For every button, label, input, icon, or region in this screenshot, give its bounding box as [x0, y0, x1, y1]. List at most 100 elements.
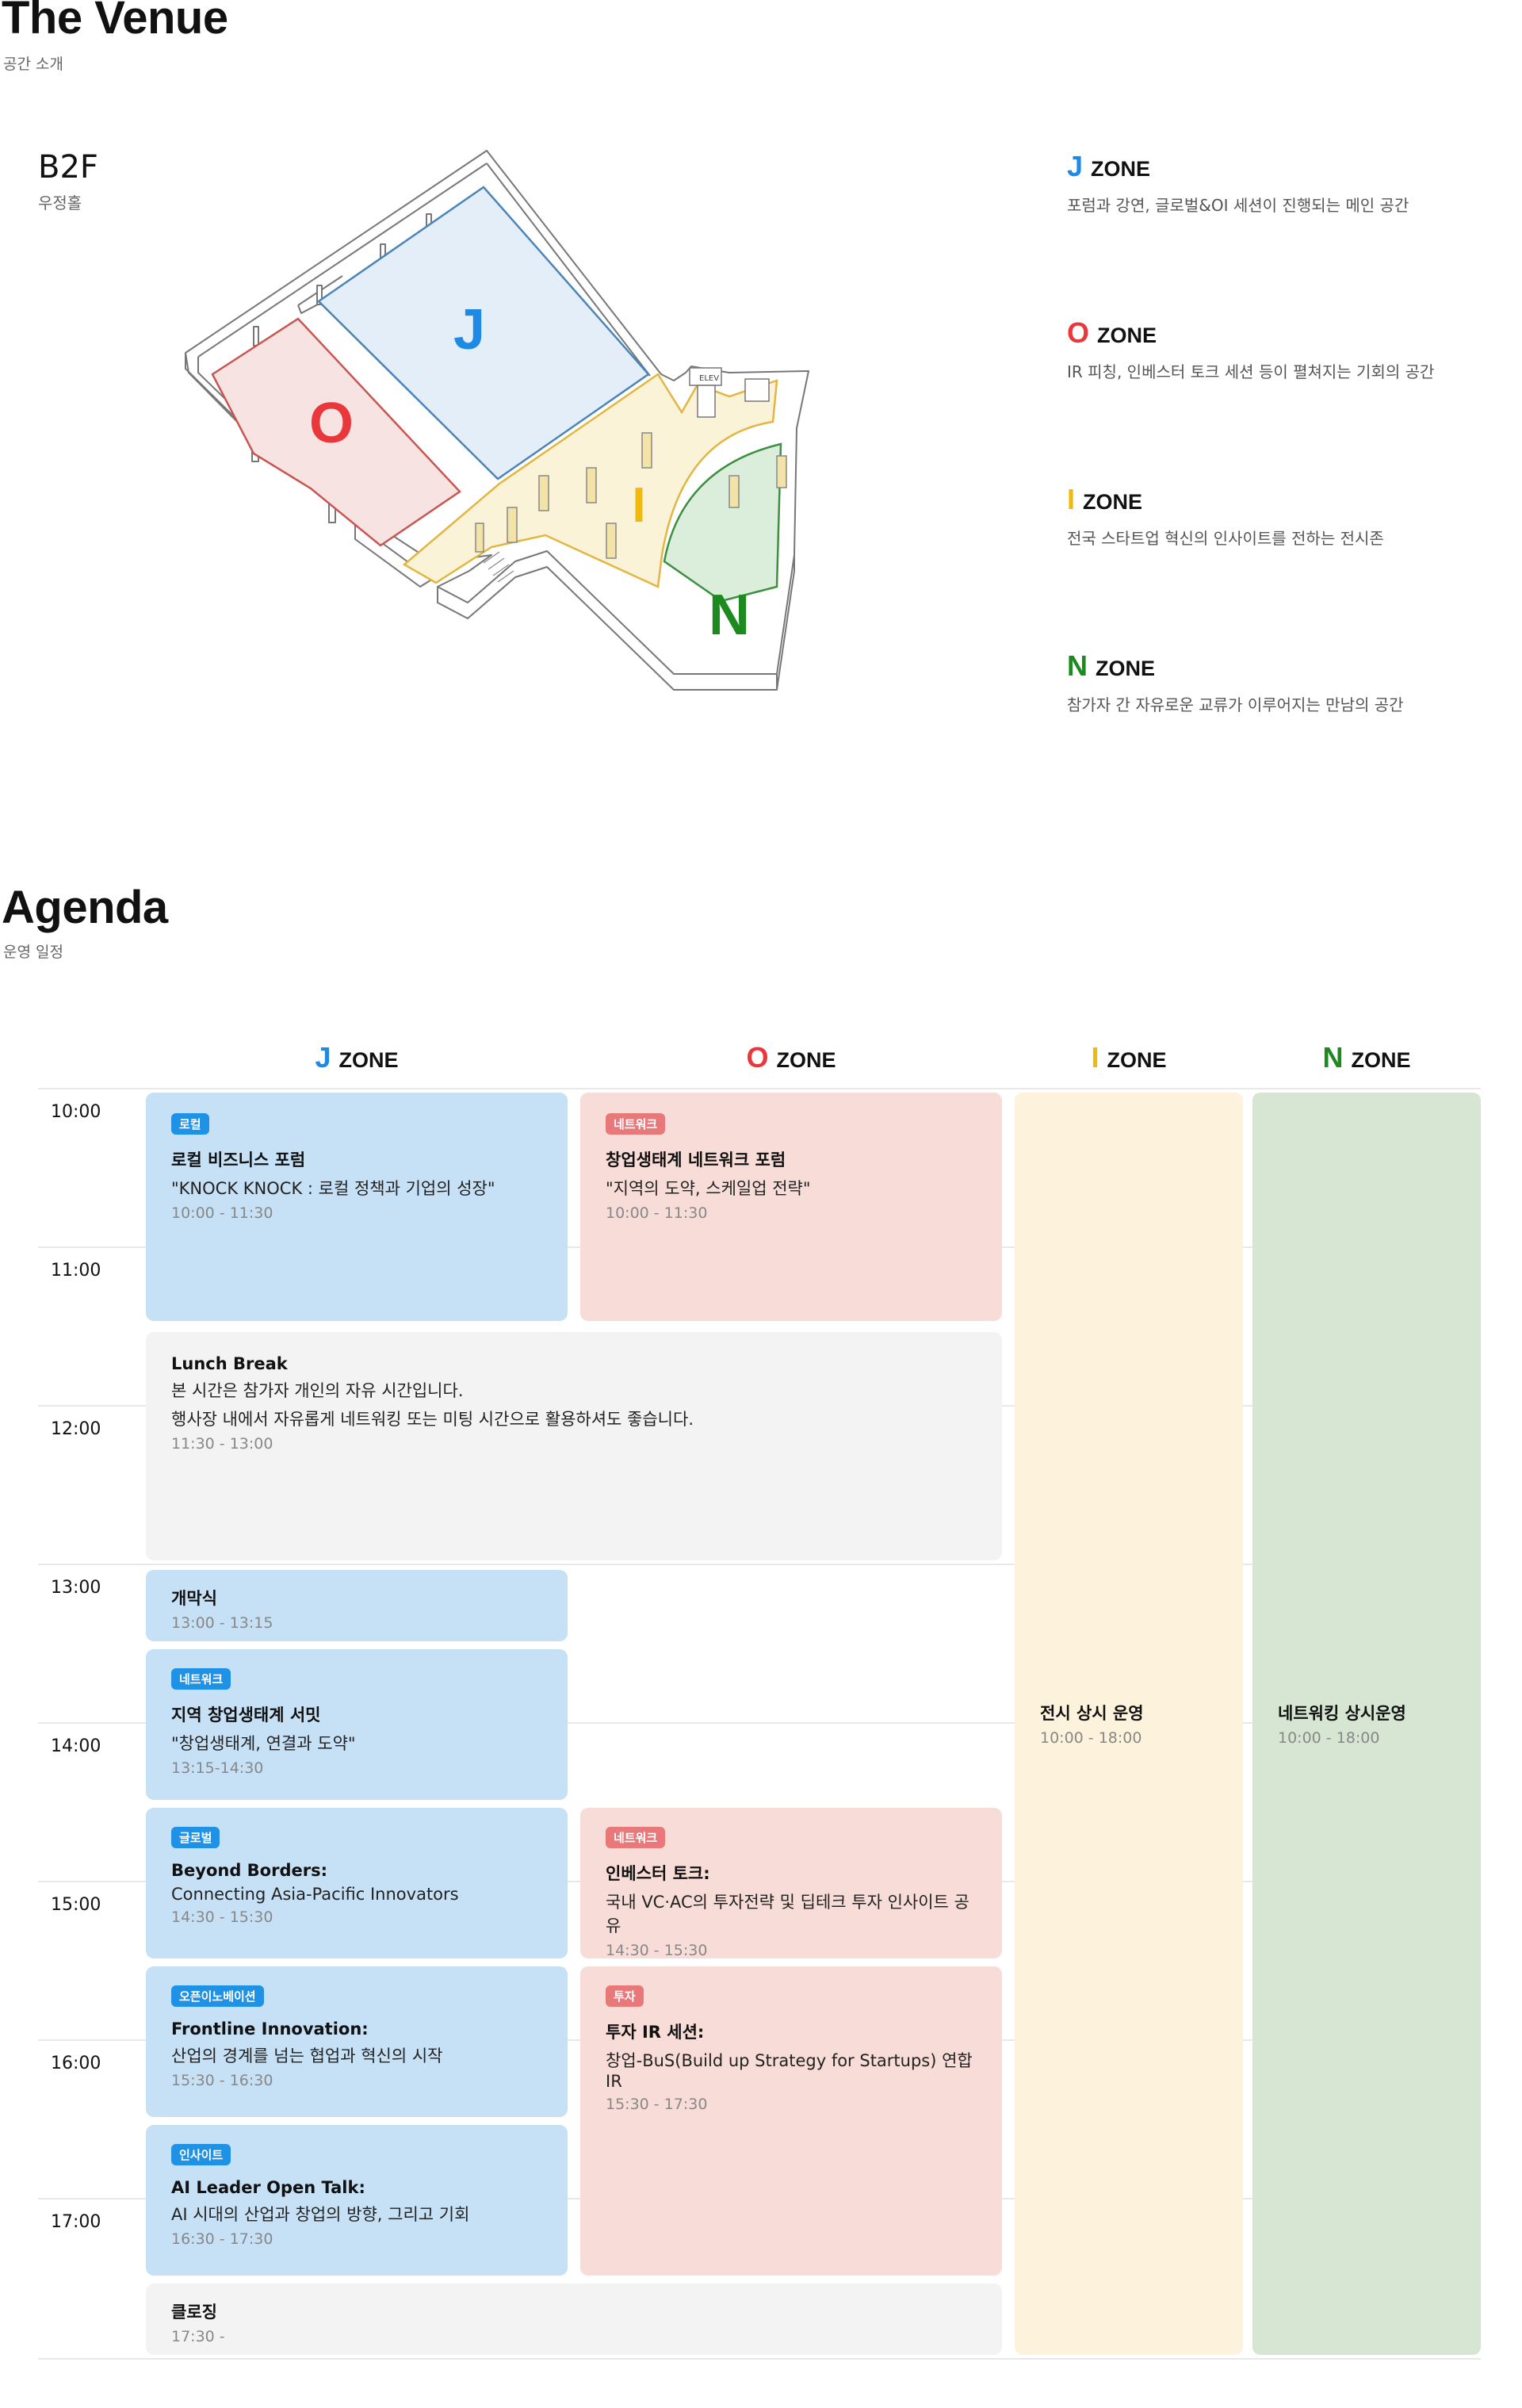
column-header-o: O ZONE [580, 1043, 1002, 1073]
session-subtitle: Connecting Asia-Pacific Innovators [171, 1885, 459, 1904]
session-title: 클로징 [171, 2303, 217, 2322]
venue-title: The Venue [2, 0, 228, 44]
session-time: 13:15-14:30 [171, 1759, 264, 1777]
column-letter: J [315, 1041, 331, 1074]
session-time: 14:30 - 15:30 [606, 1942, 708, 1959]
session-title: 개막식 [171, 1589, 217, 1608]
zone-desc: IR 피칭, 인베스터 토크 세션 등이 펼쳐지는 기회의 공간 [1067, 362, 1435, 381]
session-card-local-forum[interactable]: 로컬 로컬 비즈니스 포럼 "KNOCK KNOCK : 로컬 정책과 기업의 … [146, 1093, 568, 1321]
session-tag: 로컬 [171, 1113, 209, 1135]
session-card-ai-talk[interactable]: 인사이트 AI Leader Open Talk: AI 시대의 산업과 창업의… [146, 2125, 568, 2276]
session-time: 13:00 - 13:15 [171, 1614, 273, 1632]
session-title: Beyond Borders: [171, 1861, 327, 1880]
column-letter: I [1091, 1041, 1099, 1074]
session-title: 투자 IR 세션: [606, 2023, 705, 2042]
column-word: ZONE [1107, 1048, 1167, 1072]
elev-label: ELEV [699, 374, 719, 383]
time-label: 15:00 [51, 1895, 101, 1915]
session-title: 네트워킹 상시운영 [1278, 1704, 1406, 1723]
zone-legend-o: O ZONE IR 피칭, 인베스터 토크 세션 등이 펼쳐지는 기회의 공간 [1067, 319, 1434, 382]
time-label: 16:00 [51, 2054, 101, 2073]
time-label: 11:00 [51, 1261, 101, 1281]
zone-word: ZONE [1097, 323, 1157, 347]
column-word: ZONE [338, 1048, 399, 1072]
session-time: 10:00 - 11:30 [171, 1204, 273, 1222]
session-title: 창업생태계 네트워크 포럼 [606, 1150, 786, 1170]
session-title: Lunch Break [171, 1354, 288, 1373]
session-time: 10:00 - 18:00 [1278, 1729, 1380, 1747]
session-tag: 네트워크 [606, 1827, 666, 1848]
session-tag: 인사이트 [171, 2144, 231, 2165]
floor-map: ELEV J O I N [185, 150, 809, 691]
session-line: 본 시간은 참가자 개인의 자유 시간입니다. [171, 1381, 464, 1400]
zone-word: ZONE [1091, 157, 1151, 181]
session-tag: 오픈이노베이션 [171, 1985, 264, 2007]
map-letter-o: O [309, 392, 354, 455]
column-header-i: I ZONE [1015, 1043, 1243, 1073]
column-letter: O [746, 1041, 769, 1074]
agenda-subtitle: 운영 일정 [3, 944, 63, 961]
session-card-frontline[interactable]: 오픈이노베이션 Frontline Innovation: 산업의 경계를 넘는… [146, 1966, 568, 2117]
session-subtitle: AI 시대의 산업과 창업의 방향, 그리고 기회 [171, 2205, 470, 2224]
session-subtitle: "창업생태계, 연결과 도약" [171, 1734, 356, 1753]
map-letter-n: N [709, 584, 750, 647]
session-title: Frontline Innovation: [171, 2019, 369, 2039]
hour-line [38, 1088, 1481, 1089]
session-card-summit[interactable]: 네트워크 지역 창업생태계 서밋 "창업생태계, 연결과 도약" 13:15-1… [146, 1649, 568, 1800]
session-time: 14:30 - 15:30 [171, 1908, 273, 1926]
zone-letter: N [1067, 649, 1088, 682]
column-word: ZONE [1351, 1048, 1411, 1072]
floor-name: 우정홀 [38, 193, 82, 212]
session-tag: 네트워크 [171, 1668, 231, 1690]
session-time: 11:30 - 13:00 [171, 1435, 273, 1453]
session-time: 10:00 - 11:30 [606, 1204, 708, 1222]
session-title: 로컬 비즈니스 포럼 [171, 1150, 306, 1170]
session-time: 15:30 - 16:30 [171, 2072, 273, 2089]
hour-line [38, 2358, 1481, 2360]
zone-desc: 포럼과 강연, 글로벌&OI 세션이 진행되는 메인 공간 [1067, 196, 1409, 215]
session-card-exhibit[interactable]: 전시 상시 운영 10:00 - 18:00 [1015, 1093, 1243, 2355]
session-tag: 네트워크 [606, 1113, 666, 1135]
zone-legend-i: I ZONE 전국 스타트업 혁신의 인사이트를 전하는 전시존 [1067, 485, 1384, 549]
map-letter-i: I [632, 478, 645, 533]
zone-word: ZONE [1083, 490, 1143, 514]
session-time: 16:30 - 17:30 [171, 2230, 273, 2248]
session-title: AI Leader Open Talk: [171, 2178, 365, 2197]
session-line: 행사장 내에서 자유롭게 네트워킹 또는 미팅 시간으로 활용하셔도 좋습니다. [171, 1410, 694, 1429]
time-label: 13:00 [51, 1578, 101, 1598]
zone-legend-n: N ZONE 참가자 간 자유로운 교류가 이루어지는 만남의 공간 [1067, 652, 1404, 715]
column-header-n: N ZONE [1252, 1043, 1481, 1073]
time-label: 12:00 [51, 1419, 101, 1439]
session-card-lunch[interactable]: Lunch Break 본 시간은 참가자 개인의 자유 시간입니다. 행사장 … [146, 1332, 1002, 1560]
venue-subtitle: 공간 소개 [3, 56, 63, 73]
zone-desc: 전국 스타트업 혁신의 인사이트를 전하는 전시존 [1067, 529, 1384, 548]
zone-letter: I [1067, 483, 1076, 515]
session-tag: 글로벌 [171, 1827, 220, 1848]
session-card-network-forum[interactable]: 네트워크 창업생태계 네트워크 포럼 "지역의 도약, 스케일업 전략" 10:… [580, 1093, 1002, 1321]
session-time: 10:00 - 18:00 [1040, 1729, 1142, 1747]
session-card-beyond-borders[interactable]: 글로벌 Beyond Borders: Connecting Asia-Paci… [146, 1808, 568, 1958]
session-title: 지역 창업생태계 서밋 [171, 1706, 321, 1725]
floor-label: B2F [38, 149, 98, 186]
session-subtitle: "KNOCK KNOCK : 로컬 정책과 기업의 성장" [171, 1179, 495, 1198]
column-letter: N [1322, 1041, 1344, 1074]
session-card-closing[interactable]: 클로징 17:30 - [146, 2284, 1002, 2355]
session-card-opening[interactable]: 개막식 13:00 - 13:15 [146, 1570, 568, 1641]
session-subtitle: "지역의 도약, 스케일업 전략" [606, 1179, 811, 1198]
zone-letter: O [1067, 316, 1090, 349]
session-card-ir-session[interactable]: 투자 투자 IR 세션: 창업-BuS(Build up Strategy fo… [580, 1966, 1002, 2276]
zone-letter: J [1067, 150, 1084, 182]
column-header-j: J ZONE [146, 1043, 568, 1073]
zone-desc: 참가자 간 자유로운 교류가 이루어지는 만남의 공간 [1067, 695, 1404, 714]
zone-legend-j: J ZONE 포럼과 강연, 글로벌&OI 세션이 진행되는 메인 공간 [1067, 152, 1409, 216]
session-tag: 투자 [606, 1985, 644, 2007]
session-card-investor-talk[interactable]: 네트워크 인베스터 토크: 국내 VC·AC의 투자전략 및 딥테크 투자 인사… [580, 1808, 1002, 1959]
agenda-title: Agenda [2, 882, 168, 933]
session-subtitle: 국내 VC·AC의 투자전략 및 딥테크 투자 인사이트 공유 [606, 1893, 969, 1935]
session-card-networking[interactable]: 네트워킹 상시운영 10:00 - 18:00 [1252, 1093, 1481, 2355]
zone-word: ZONE [1096, 657, 1156, 680]
session-time: 15:30 - 17:30 [606, 2096, 708, 2113]
session-title: 인베스터 토크: [606, 1864, 710, 1883]
session-subtitle: 창업-BuS(Build up Strategy for Startups) 연… [606, 2051, 973, 2091]
map-letter-j: J [453, 298, 485, 362]
